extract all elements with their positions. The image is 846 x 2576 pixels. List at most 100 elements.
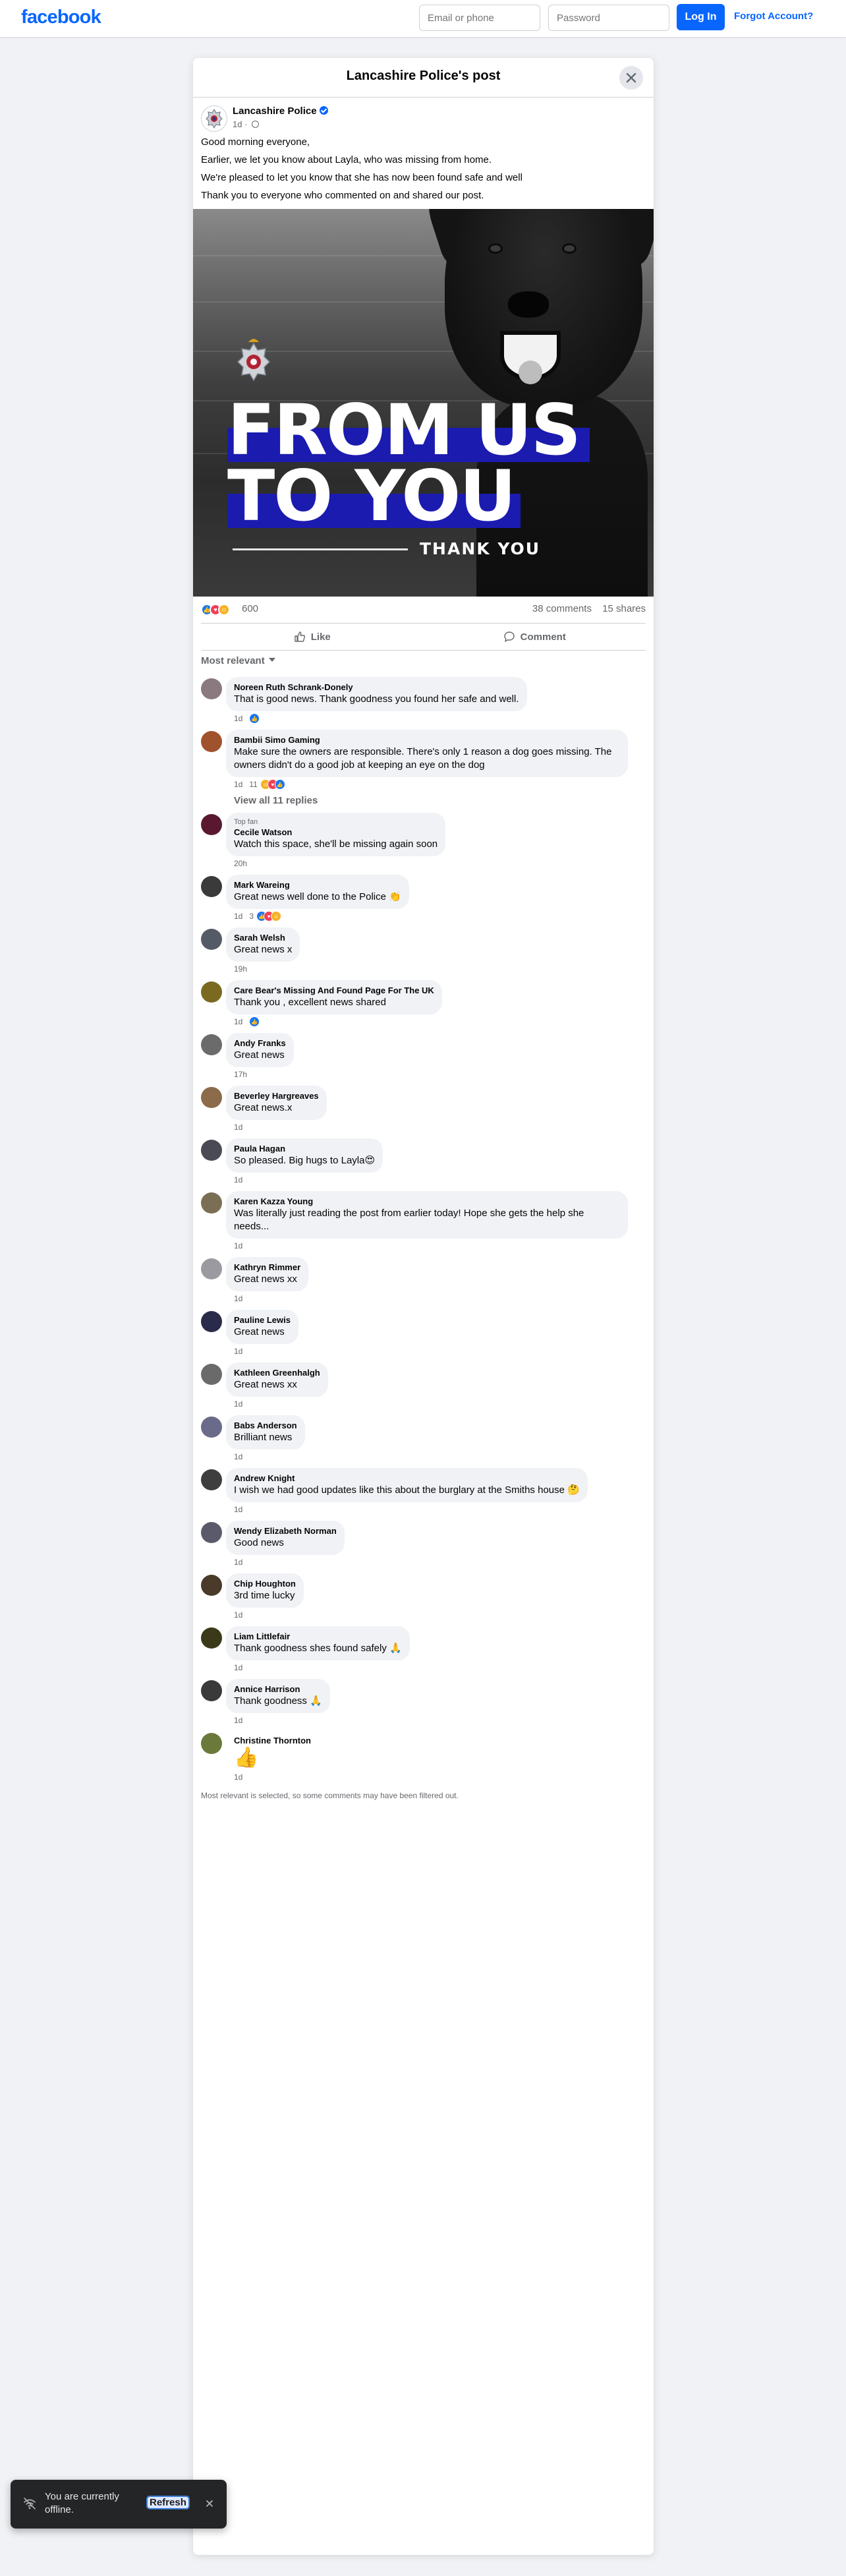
view-replies-link[interactable]: View all 11 replies	[234, 792, 654, 809]
comment-author[interactable]: Chip Houghton	[234, 1579, 296, 1589]
avatar[interactable]	[201, 1469, 222, 1490]
comment-time[interactable]: 1d	[234, 1017, 242, 1026]
avatar[interactable]	[201, 1575, 222, 1596]
post-time[interactable]: 1d	[233, 119, 242, 129]
headline-line-1: FROM US	[227, 390, 581, 471]
comment-count[interactable]: 38 comments	[532, 603, 592, 614]
close-icon	[206, 2500, 213, 2507]
comment-author[interactable]: Sarah Welsh	[234, 933, 292, 943]
comment-time[interactable]: 1d	[234, 1452, 242, 1461]
avatar[interactable]	[201, 1417, 222, 1438]
comment-time[interactable]: 1d	[234, 1347, 242, 1356]
avatar[interactable]	[201, 1522, 222, 1543]
avatar[interactable]	[201, 1311, 222, 1332]
forgot-account-link[interactable]: Forgot Account?	[734, 11, 813, 22]
avatar[interactable]	[201, 1192, 222, 1214]
avatar[interactable]	[201, 1733, 222, 1754]
avatar[interactable]	[201, 1258, 222, 1279]
avatar[interactable]	[201, 1364, 222, 1385]
comment-text: Thank you , excellent news shared	[234, 997, 386, 1008]
comment-time[interactable]: 1d	[234, 1123, 242, 1132]
post-image[interactable]: FROM US TO YOU THANK YOU	[193, 209, 654, 597]
close-button[interactable]	[619, 66, 643, 90]
comment-time[interactable]: 1d	[234, 912, 242, 921]
comment-author[interactable]: Pauline Lewis	[234, 1315, 291, 1326]
comment-time[interactable]: 1d	[234, 1663, 242, 1672]
comment-time[interactable]: 1d	[234, 714, 242, 723]
comment-time[interactable]: 1d	[234, 1175, 242, 1185]
comment-author[interactable]: Mark Wareing	[234, 880, 401, 891]
comment-author[interactable]: Wendy Elizabeth Norman	[234, 1526, 337, 1537]
comment-time[interactable]: 17h	[234, 1070, 247, 1079]
comment-author[interactable]: Babs Anderson	[234, 1420, 297, 1431]
toast-close-button[interactable]	[203, 2497, 216, 2510]
avatar[interactable]	[201, 814, 222, 835]
avatar[interactable]	[201, 929, 222, 950]
avatar[interactable]	[201, 876, 222, 897]
comment-text: Thank goodness shes found safely 🙏	[234, 1643, 402, 1654]
avatar[interactable]	[201, 1034, 222, 1055]
comment-author[interactable]: Cecile Watson	[234, 827, 437, 838]
comment-meta: 1d 👍	[234, 1014, 654, 1029]
comment-time[interactable]: 1d	[234, 780, 242, 789]
avatar[interactable]	[201, 1087, 222, 1108]
comment-author[interactable]: Kathleen Greenhalgh	[234, 1368, 320, 1378]
avatar[interactable]	[201, 731, 222, 752]
comment-time[interactable]: 1d	[234, 1716, 242, 1725]
avatar[interactable]	[201, 678, 222, 699]
comment-bubble: Andy Franks Great news	[226, 1033, 294, 1067]
comment-author[interactable]: Christine Thornton	[234, 1736, 654, 1746]
avatar[interactable]	[201, 1627, 222, 1649]
comment-author[interactable]: Liam Littlefair	[234, 1631, 402, 1642]
post-stats: 👍 ♥ ☺ 600 38 comments 15 shares	[193, 597, 654, 623]
share-count[interactable]: 15 shares	[602, 603, 646, 614]
comment-author[interactable]: Bambii Simo Gaming	[234, 735, 620, 746]
comment-time[interactable]: 1d	[234, 1505, 242, 1514]
post-paragraph: We're pleased to let you know that she h…	[201, 172, 522, 183]
facebook-logo[interactable]: facebook	[21, 7, 101, 28]
refresh-button[interactable]: Refresh	[146, 2496, 190, 2509]
avatar[interactable]	[201, 1680, 222, 1701]
comment-time[interactable]: 19h	[234, 964, 247, 974]
comment-time[interactable]: 1d	[234, 1610, 242, 1620]
comment-reaction-count: 3	[249, 912, 254, 921]
comment-author[interactable]: Andy Franks	[234, 1038, 286, 1049]
comment-time[interactable]: 1d	[234, 1241, 242, 1250]
comment-time[interactable]: 1d	[234, 1294, 242, 1303]
password-field[interactable]	[548, 5, 669, 31]
comment-item: Liam Littlefair Thank goodness shes found…	[193, 1626, 654, 1675]
like-button[interactable]: Like	[201, 624, 424, 650]
comment-author[interactable]: Care Bear's Missing And Found Page For T…	[234, 985, 434, 996]
comment-bubble: Annice Harrison Thank goodness 🙏	[226, 1679, 330, 1713]
comment-time[interactable]: 1d	[234, 1399, 242, 1409]
comment-time[interactable]: 1d	[234, 1558, 242, 1567]
comment-author[interactable]: Kathryn Rimmer	[234, 1262, 300, 1273]
comment-meta: 17h	[234, 1067, 654, 1082]
comment-author[interactable]: Noreen Ruth Schrank-Donely	[234, 682, 519, 693]
reaction-icons[interactable]: 👍 ♥ ☺	[201, 604, 230, 616]
offline-icon	[24, 2498, 36, 2509]
comment-sort-dropdown[interactable]: Most relevant	[193, 651, 654, 670]
comment-reactions[interactable]: 👍	[249, 1016, 260, 1027]
comment-author[interactable]: Andrew Knight	[234, 1473, 580, 1484]
comment-author[interactable]: Beverley Hargreaves	[234, 1091, 319, 1101]
comment-button[interactable]: Comment	[424, 624, 646, 650]
log-in-button[interactable]: Log In	[677, 4, 725, 30]
comment-author[interactable]: Annice Harrison	[234, 1684, 322, 1695]
reaction-count[interactable]: 600	[242, 603, 258, 614]
comment-author[interactable]: Paula Hagan	[234, 1144, 375, 1154]
page-avatar[interactable]	[201, 105, 227, 132]
comment-reactions[interactable]: 11 ☺ ♥ 👍	[249, 779, 285, 790]
avatar[interactable]	[201, 1140, 222, 1161]
avatar[interactable]	[201, 981, 222, 1003]
comment-reactions[interactable]: 3 👍 ♥ ☺	[249, 911, 282, 922]
comment-reactions[interactable]: 👍	[249, 713, 260, 724]
page-name-text[interactable]: Lancashire Police	[233, 105, 317, 117]
comment-author[interactable]: Karen Kazza Young	[234, 1196, 620, 1207]
headline-line-2: TO YOU	[227, 455, 516, 537]
comment-time[interactable]: 1d	[234, 1772, 242, 1782]
comment-item: Care Bear's Missing And Found Page For T…	[193, 980, 654, 1029]
page-name[interactable]: Lancashire Police	[233, 105, 328, 117]
email-field[interactable]	[419, 5, 540, 31]
comment-time[interactable]: 20h	[234, 859, 247, 868]
